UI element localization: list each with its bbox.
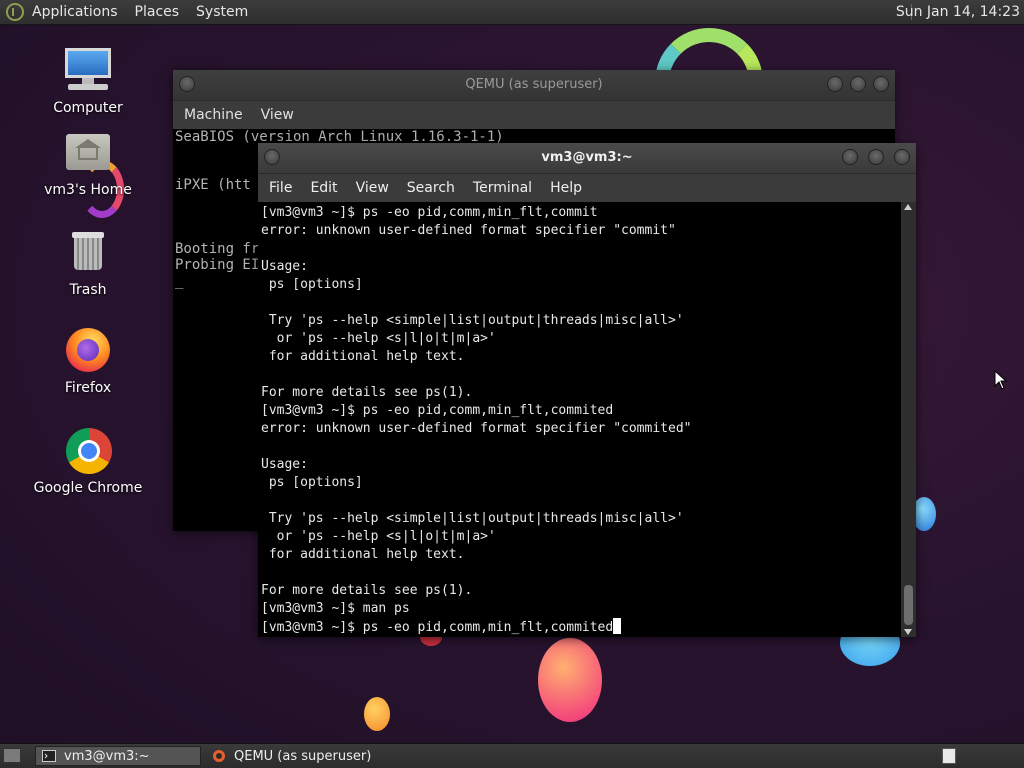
- taskbar-item-terminal[interactable]: vm3@vm3:~: [35, 746, 201, 766]
- terminal-menu-file[interactable]: File: [260, 180, 301, 196]
- terminal-menu-edit[interactable]: Edit: [301, 180, 346, 196]
- terminal-line: Try 'ps --help <simple|list|output|threa…: [261, 511, 684, 526]
- terminal-menu-terminal[interactable]: Terminal: [464, 180, 541, 196]
- terminal-menu-view[interactable]: View: [347, 180, 398, 196]
- bottom-panel: vm3@vm3:~ QEMU (as superuser): [0, 743, 1024, 768]
- scroll-up-arrow-icon[interactable]: [904, 204, 912, 210]
- terminal-line: or 'ps --help <s|l|o|t|m|a>': [261, 529, 496, 544]
- maximize-button[interactable]: [850, 76, 866, 92]
- system-menu[interactable]: System: [196, 4, 248, 20]
- firefox-icon: [62, 326, 114, 378]
- terminal-current-input: [vm3@vm3 ~]$ ps -eo pid,comm,min_flt,com…: [261, 620, 614, 635]
- applications-menu[interactable]: Applications: [32, 4, 118, 20]
- vm-console-cursor: _: [175, 273, 184, 289]
- desktop-icon-label: Firefox: [64, 380, 112, 396]
- minimize-button[interactable]: [827, 76, 843, 92]
- maximize-button[interactable]: [868, 149, 884, 165]
- desktop-icon-label: Trash: [69, 282, 107, 298]
- desktop-icon-home[interactable]: vm3's Home: [33, 128, 143, 198]
- terminal-menu-help[interactable]: Help: [541, 180, 591, 196]
- terminal-line: error: unknown user-defined format speci…: [261, 421, 692, 436]
- terminal-titlebar[interactable]: vm3@vm3:~: [258, 143, 916, 174]
- terminal-line: For more details see ps(1).: [261, 583, 473, 598]
- terminal-line: Try 'ps --help <simple|list|output|threa…: [261, 313, 684, 328]
- trash-icon: [62, 228, 114, 280]
- close-button[interactable]: [894, 149, 910, 165]
- terminal-line: ps [options]: [261, 277, 363, 292]
- scrollbar-thumb[interactable]: [904, 585, 913, 625]
- terminal-line: for additional help text.: [261, 547, 465, 562]
- terminal-line: For more details see ps(1).: [261, 385, 473, 400]
- terminal-line: or 'ps --help <s|l|o|t|m|a>': [261, 331, 496, 346]
- desktop-icon-label: Google Chrome: [33, 480, 143, 496]
- distro-logo-icon[interactable]: [6, 3, 24, 21]
- terminal-prompt-line[interactable]: [vm3@vm3 ~]$ ps -eo pid,comm,min_flt,com…: [261, 618, 622, 637]
- clock[interactable]: Sun Jan 14, 14:23: [896, 4, 1020, 20]
- wallpaper-bubble: [538, 638, 602, 722]
- taskbar-item-label: QEMU (as superuser): [234, 748, 372, 764]
- terminal-line: for additional help text.: [261, 349, 465, 364]
- vm-console-line: Probing EI: [175, 257, 260, 273]
- terminal-line: [vm3@vm3 ~]$ ps -eo pid,comm,min_flt,com…: [261, 205, 598, 220]
- terminal-menubar: File Edit View Search Terminal Help: [258, 174, 916, 202]
- terminal-line: Usage:: [261, 457, 308, 472]
- home-folder-icon: [62, 128, 114, 180]
- terminal-line: [vm3@vm3 ~]$ ps -eo pid,comm,min_flt,com…: [261, 403, 614, 418]
- desktop-icon-firefox[interactable]: Firefox: [33, 326, 143, 396]
- terminal-icon: [42, 750, 56, 762]
- vm-console-line: Booting fr: [175, 241, 260, 257]
- terminal-window[interactable]: vm3@vm3:~ File Edit View Search Terminal…: [258, 143, 916, 637]
- desktop-icon-chrome[interactable]: Google Chrome: [33, 426, 143, 496]
- wallpaper-bubble: [364, 697, 390, 731]
- minimize-button[interactable]: [842, 149, 858, 165]
- qemu-menu-machine[interactable]: Machine: [175, 107, 252, 123]
- qemu-menubar: Machine View: [173, 101, 895, 129]
- taskbar-item-label: vm3@vm3:~: [64, 748, 150, 764]
- scroll-down-arrow-icon[interactable]: [904, 629, 912, 635]
- terminal-title: vm3@vm3:~: [541, 150, 633, 165]
- qemu-icon: [213, 750, 225, 762]
- terminal-scrollbar[interactable]: [901, 202, 916, 637]
- qemu-menu-view[interactable]: View: [252, 107, 303, 123]
- places-menu[interactable]: Places: [135, 4, 180, 20]
- mouse-pointer-icon: [994, 370, 1008, 390]
- show-desktop-icon[interactable]: [3, 748, 21, 763]
- desktop-icon-computer[interactable]: Computer: [33, 46, 143, 116]
- qemu-titlebar[interactable]: QEMU (as superuser): [173, 70, 895, 101]
- qemu-title: QEMU (as superuser): [465, 77, 603, 92]
- terminal-menu-search[interactable]: Search: [398, 180, 464, 196]
- taskbar-item-qemu[interactable]: QEMU (as superuser): [206, 746, 406, 766]
- terminal-line: ps [options]: [261, 475, 363, 490]
- desktop-icon-label: Computer: [53, 100, 123, 116]
- workspace-switcher[interactable]: [942, 748, 956, 764]
- terminal-line: [vm3@vm3 ~]$ man ps: [261, 601, 410, 616]
- top-panel: Applications Places System Sun Jan 14, 1…: [0, 0, 1024, 25]
- computer-icon: [62, 46, 114, 98]
- terminal-line: error: unknown user-defined format speci…: [261, 223, 676, 238]
- terminal-cursor: [613, 618, 622, 634]
- desktop-icon-label: vm3's Home: [44, 182, 132, 198]
- desktop-icon-trash[interactable]: Trash: [33, 228, 143, 298]
- chrome-icon: [62, 426, 114, 478]
- terminal-output[interactable]: [vm3@vm3 ~]$ ps -eo pid,comm,min_flt,com…: [258, 202, 901, 637]
- close-button[interactable]: [873, 76, 889, 92]
- terminal-line: Usage:: [261, 259, 308, 274]
- vm-console-line: iPXE (htt: [175, 177, 251, 193]
